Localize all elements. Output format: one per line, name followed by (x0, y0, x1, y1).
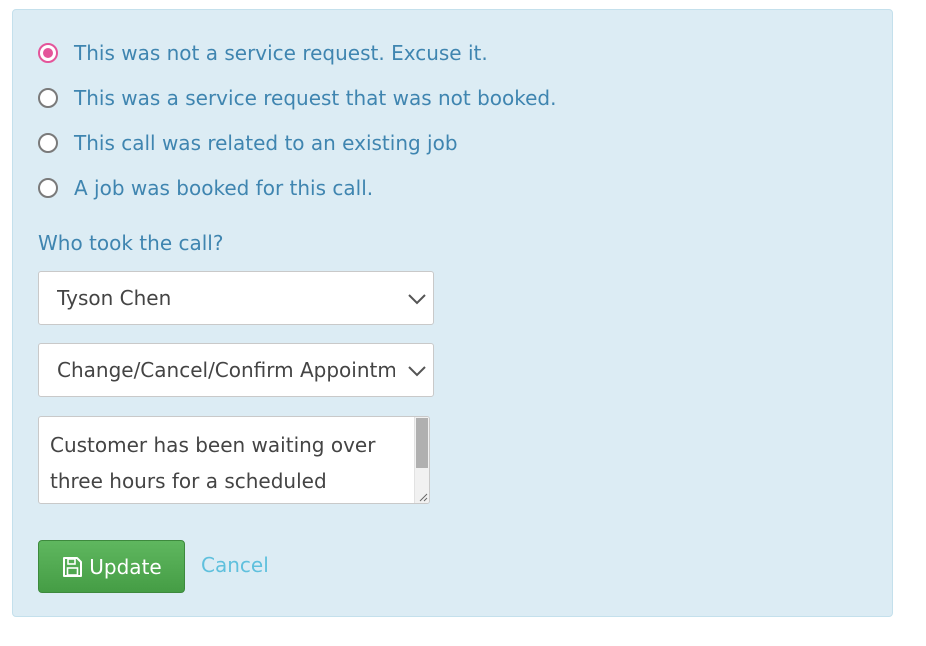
radio-service-not-booked[interactable]: This was a service request that was not … (38, 85, 556, 111)
update-button-label: Update (89, 554, 162, 579)
resize-grip-icon[interactable] (418, 492, 428, 502)
radio-button-checked[interactable] (38, 43, 58, 63)
notes-text: Customer has been waiting over three hou… (50, 433, 376, 493)
chevron-down-icon (408, 294, 426, 305)
call-taker-selected-value: Tyson Chen (57, 286, 172, 310)
call-taker-question: Who took the call? (38, 231, 224, 255)
radio-existing-job[interactable]: This call was related to an existing job (38, 130, 458, 156)
call-taker-select[interactable]: Tyson Chen (38, 271, 434, 325)
chevron-down-icon (408, 366, 426, 377)
radio-label: This was not a service request. Excuse i… (74, 41, 488, 65)
radio-button[interactable] (38, 88, 58, 108)
radio-job-booked[interactable]: A job was booked for this call. (38, 175, 373, 201)
radio-label: This was a service request that was not … (74, 86, 557, 110)
update-button[interactable]: Update (38, 540, 185, 593)
floppy-disk-icon (63, 556, 83, 577)
radio-label: This call was related to an existing job (74, 131, 458, 155)
radio-button[interactable] (38, 178, 58, 198)
radio-label: A job was booked for this call. (74, 176, 374, 200)
call-outcome-panel: This was not a service request. Excuse i… (12, 9, 893, 617)
notes-scrollbar[interactable] (414, 417, 429, 503)
scrollbar-thumb[interactable] (416, 418, 428, 468)
reason-select[interactable]: Change/Cancel/Confirm Appointment (38, 343, 434, 397)
notes-textarea[interactable]: Customer has been waiting over three hou… (38, 416, 430, 504)
radio-not-service-request[interactable]: This was not a service request. Excuse i… (38, 40, 488, 66)
radio-button[interactable] (38, 133, 58, 153)
cancel-link[interactable]: Cancel (201, 553, 269, 577)
reason-selected-value: Change/Cancel/Confirm Appointment (57, 358, 395, 382)
